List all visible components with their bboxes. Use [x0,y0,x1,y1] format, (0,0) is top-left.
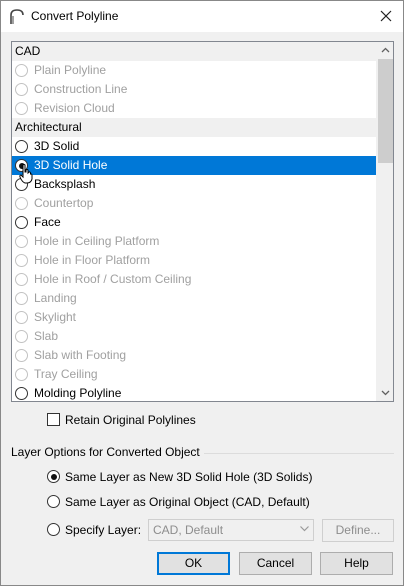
list-item[interactable]: Backsplash [12,175,377,194]
list-item-radio [15,292,28,305]
list-item-label: Slab [34,329,59,343]
list-item-label: Hole in Floor Platform [34,253,151,267]
list-item: Slab with Footing [12,346,377,365]
list-rows: CAD Plain Polyline Construction Line Revisi… [12,42,377,401]
list-item: Slab [12,327,377,346]
list-item: Plain Polyline [12,61,377,80]
list-scrollbar[interactable] [376,42,393,401]
layer-option-specify-label: Specify Layer: [65,523,142,537]
list-item: Revision Cloud [12,99,377,118]
scroll-down-icon[interactable] [377,384,394,401]
list-item-label: Plain Polyline [34,63,107,77]
list-item: Hole in Ceiling Platform [12,232,377,251]
list-item: Tray Ceiling [12,365,377,384]
list-item-radio [15,311,28,324]
layer-select-value: CAD, Default [153,523,224,537]
window-title: Convert Polyline [31,9,119,23]
list-item-label: Construction Line [34,82,128,96]
list-item-radio[interactable] [15,387,28,400]
convert-polyline-dialog: Convert Polyline CAD Plain Polyline Constr… [0,0,404,586]
title-bar: Convert Polyline [1,1,403,32]
list-item-radio [15,368,28,381]
list-item: Hole in Floor Platform [12,251,377,270]
list-item-label: Molding Polyline [34,386,122,400]
list-item-label: Hole in Roof / Custom Ceiling [34,272,192,286]
ok-button[interactable]: OK [157,552,230,575]
list-group-header: Architectural [12,118,377,137]
retain-polylines-label: Retain Original Polylines [65,413,196,427]
list-item[interactable]: 3D Solid Hole [12,156,377,175]
list-item: Hole in Roof / Custom Ceiling [12,270,377,289]
define-button[interactable]: Define... [322,519,394,542]
layer-select[interactable]: CAD, Default [148,519,314,541]
layer-option-new-label: Same Layer as New 3D Solid Hole (3D Soli… [65,470,313,484]
list-item: Skylight [12,308,377,327]
close-icon[interactable] [377,7,395,25]
list-item: Construction Line [12,80,377,99]
retain-polylines-checkbox[interactable] [47,413,60,426]
layer-option-new-radio[interactable] [47,470,60,483]
list-item-radio [15,330,28,343]
list-item-label: Landing [34,291,77,305]
list-item-label: Hole in Ceiling Platform [34,234,160,248]
cancel-button[interactable]: Cancel [239,552,312,575]
list-item-label: 3D Solid [34,139,80,153]
list-item-radio [15,83,28,96]
list-item-label: Skylight [34,310,77,324]
list-item[interactable]: Molding Polyline [12,384,377,401]
polyline-type-list[interactable]: CAD Plain Polyline Construction Line Revisi… [11,41,394,402]
list-item-radio [15,102,28,115]
list-item-radio [15,64,28,77]
list-item-radio [15,349,28,362]
list-item-label: Countertop [34,196,94,210]
list-item-label: Slab with Footing [34,348,127,362]
list-item[interactable]: Face [12,213,377,232]
list-item-radio [15,197,28,210]
list-item-radio[interactable] [15,140,28,153]
list-item: Countertop [12,194,377,213]
layer-option-original-label: Same Layer as Original Object (CAD, Defa… [65,495,310,509]
list-item: Landing [12,289,377,308]
scroll-up-icon[interactable] [377,42,394,59]
list-group-header: CAD [12,42,377,61]
list-item-radio[interactable] [15,216,28,229]
scroll-thumb[interactable] [378,59,393,163]
list-item[interactable]: 3D Solid [12,137,377,156]
hand-cursor-icon [19,164,33,184]
list-item-label: 3D Solid Hole [34,158,108,172]
list-item-label: Backsplash [34,177,96,191]
list-item-label: Revision Cloud [34,101,115,115]
help-button[interactable]: Help [320,552,393,575]
layer-option-original-radio[interactable] [47,495,60,508]
list-item-label: Face [34,215,61,229]
list-item-radio [15,254,28,267]
list-item-label: Tray Ceiling [34,367,98,381]
layer-option-specify-radio[interactable] [47,523,60,536]
list-item-radio [15,235,28,248]
arch-app-icon [10,9,24,24]
layer-options-title: Layer Options for Converted Object [11,445,204,459]
chevron-down-icon [300,526,309,532]
list-item-radio [15,273,28,286]
